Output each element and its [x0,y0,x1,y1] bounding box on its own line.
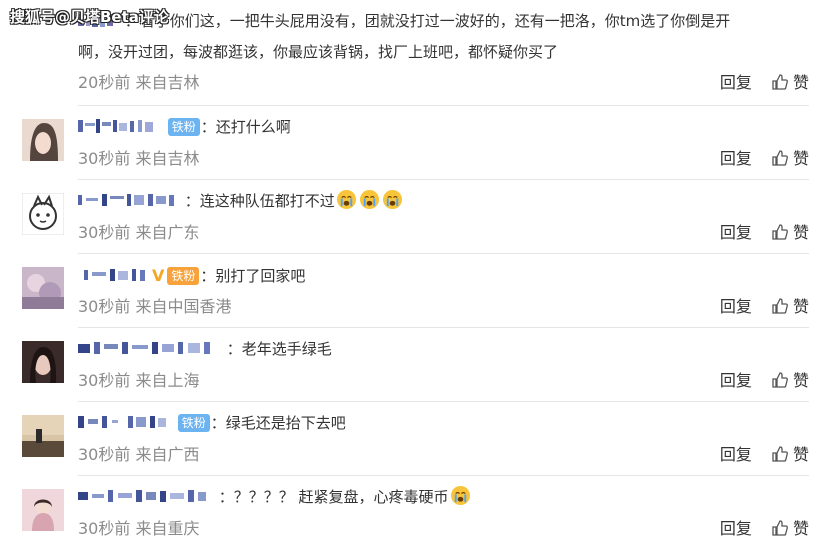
reply-button[interactable]: 回复 [720,371,752,390]
watermark: 搜狐号@贝塔Beta评论 [10,8,169,26]
comment-item: ：连这种队伍都打不过 30秒前 来自广东 回复 赞 [0,180,831,254]
vip-icon: V [152,266,165,285]
masked-username[interactable] [78,488,212,504]
comment-meta: 30秒前 来自吉林 [78,145,199,169]
user-avatar[interactable] [22,193,64,235]
comment-actions: 回复 赞 [720,219,809,243]
thumbs-up-icon [772,74,788,90]
user-avatar[interactable] [22,119,64,161]
comment-item: 铁粉 ：绿毛还是抬下去吧 30秒前 来自广西 回复 赞 [0,402,831,476]
avatar-image [22,415,64,457]
fan-badge: 铁粉 [167,267,200,285]
thumbs-up-icon [772,150,788,166]
comment-time: 30秒前 [78,297,131,316]
comment-actions: 回复 赞 [720,367,809,391]
comment-text: ：连这种队伍都打不过 [78,186,809,217]
comment-text: 铁粉 ：绿毛还是抬下去吧 [78,408,809,439]
thumbs-up-icon [772,298,788,314]
comment-actions: 回复 赞 [720,515,809,539]
comment-actions: 回复 赞 [720,441,809,465]
user-avatar[interactable] [22,267,64,309]
like-label: 赞 [792,445,809,464]
comment-meta: 20秒前 来自吉林 [78,69,199,93]
like-label: 赞 [792,223,809,242]
avatar-image [22,267,64,309]
masked-username[interactable] [78,414,170,430]
like-button[interactable]: 赞 [771,371,809,390]
like-label: 赞 [792,519,809,538]
comment-location: 来自吉林 [135,149,200,168]
like-label: 赞 [792,297,809,316]
reply-button[interactable]: 回复 [720,445,752,464]
like-label: 赞 [792,73,809,92]
thumbs-up-icon [772,224,788,240]
like-button[interactable]: 赞 [771,519,809,538]
thumbs-up-icon [772,520,788,536]
comment-time: 30秒前 [78,445,131,464]
fan-badge: 铁粉 [167,118,200,136]
comment-meta: 30秒前 来自广西 [78,441,199,465]
masked-username[interactable] [78,118,160,134]
masked-username[interactable] [78,192,178,208]
comment-location: 来自广东 [135,223,200,242]
avatar-image [22,193,64,235]
comment-text: 铁粉 ：还打什么啊 [78,112,809,143]
reply-button[interactable]: 回复 [720,149,752,168]
comment-actions: 回复 赞 [720,293,809,317]
comment-time: 30秒前 [78,223,131,242]
cry-emoji-icon [336,189,356,210]
comment-meta: 30秒前 来自中国香港 [78,293,231,317]
comment-item: V 铁粉 ：别打了回家吧 30秒前 来自中国香港 回复 赞 [0,254,831,328]
like-button[interactable]: 赞 [771,445,809,464]
like-button[interactable]: 赞 [771,73,809,92]
user-avatar[interactable] [22,489,64,531]
comment-item: ：？？？？ 赶紧复盘，心疼毒硬币 30秒前 来自重庆 回复 赞 [0,476,831,547]
comment-time: 20秒前 [78,73,131,92]
masked-username[interactable] [78,267,148,283]
reply-button[interactable]: 回复 [720,73,752,92]
comment-time: 30秒前 [78,371,131,390]
reply-button[interactable]: 回复 [720,297,752,316]
comment-meta: 30秒前 来自广东 [78,219,199,243]
comment-location: 来自上海 [135,371,200,390]
user-avatar[interactable] [22,415,64,457]
thumbs-up-icon [772,446,788,462]
like-button[interactable]: 赞 [771,149,809,168]
comment-text: ：看了你们这，一把牛头屁用没有，团就没打过一波好的，还有一把洛，你tm选了你倒是… [78,12,731,61]
comment-time: 30秒前 [78,519,131,538]
comment-location: 来自重庆 [135,519,200,538]
cry-emoji-icon [359,189,379,210]
comment-text: ：老年选手绿毛 [78,334,809,365]
comment-meta: 30秒前 来自重庆 [78,515,199,539]
comment-location: 来自中国香港 [135,297,232,316]
cry-emoji-icon [382,189,402,210]
comment-location: 来自吉林 [135,73,200,92]
avatar-image [22,489,64,531]
comment-location: 来自广西 [135,445,200,464]
comment-text: ：？？？？ 赶紧复盘，心疼毒硬币 [78,482,809,513]
reply-button[interactable]: 回复 [720,519,752,538]
comment-meta: 30秒前 来自上海 [78,367,199,391]
like-label: 赞 [792,149,809,168]
cry-emoji-icon [450,485,470,506]
comment-item: 铁粉 ：还打什么啊 30秒前 来自吉林 回复 赞 [0,106,831,180]
comment-actions: 回复 赞 [720,69,809,93]
avatar-image [22,341,64,383]
thumbs-up-icon [772,372,788,388]
user-avatar[interactable] [22,341,64,383]
reply-button[interactable]: 回复 [720,223,752,242]
comment-time: 30秒前 [78,149,131,168]
comment-text: V 铁粉 ：别打了回家吧 [78,260,809,291]
avatar-image [22,119,64,161]
like-button[interactable]: 赞 [771,223,809,242]
comment-actions: 回复 赞 [720,145,809,169]
fan-badge: 铁粉 [177,414,210,432]
masked-username[interactable] [78,340,220,356]
like-label: 赞 [792,371,809,390]
like-button[interactable]: 赞 [771,297,809,316]
comment-item: ：老年选手绿毛 30秒前 来自上海 回复 赞 [0,328,831,402]
